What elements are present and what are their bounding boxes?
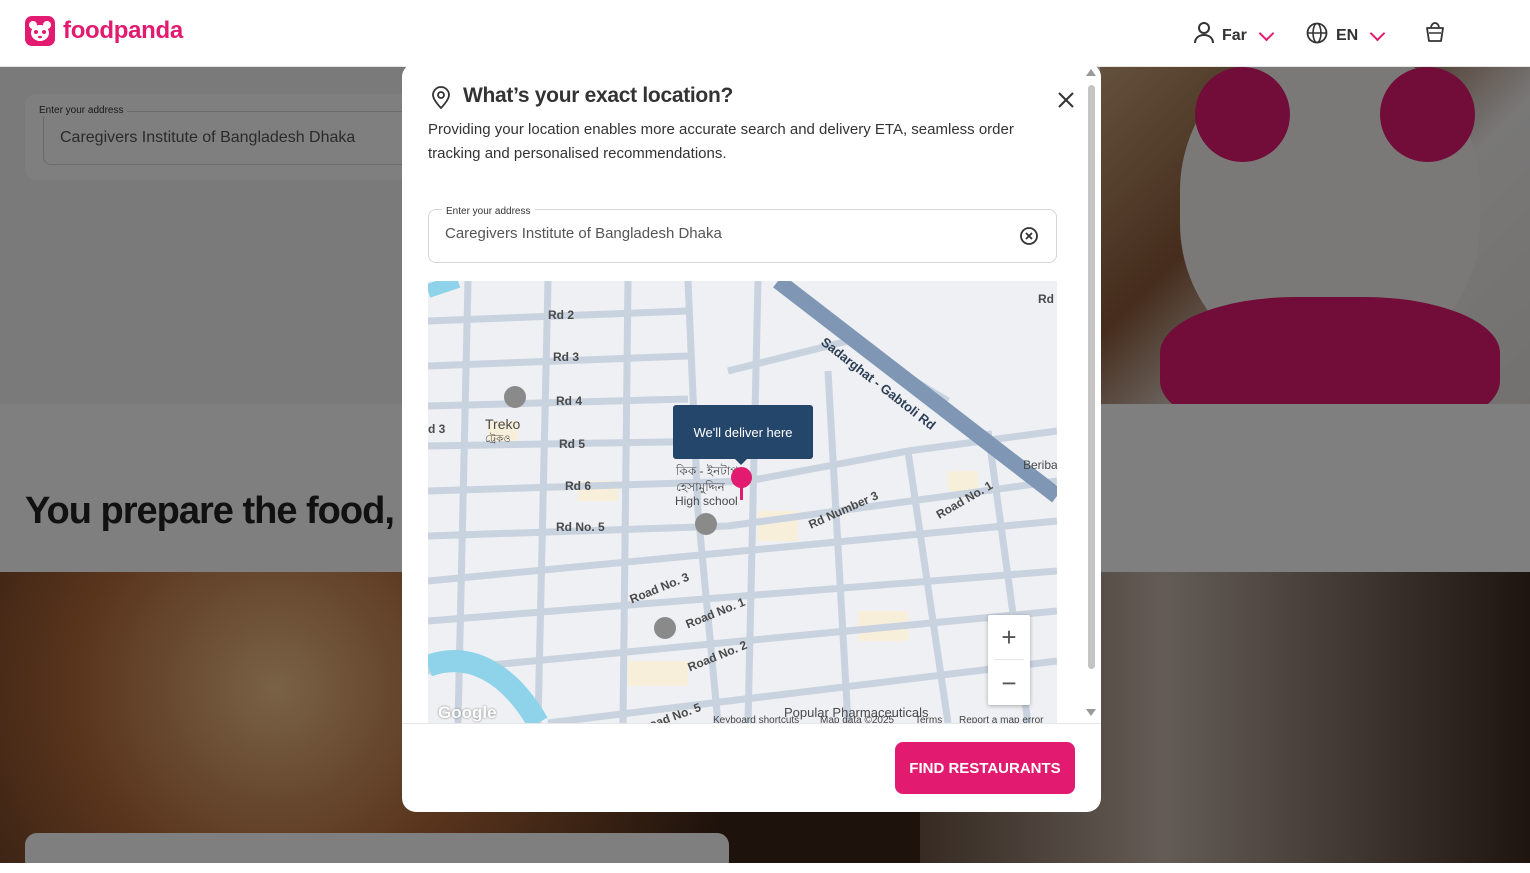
location-pin-icon xyxy=(430,85,452,114)
find-restaurants-button[interactable]: FIND RESTAURANTS xyxy=(895,742,1075,794)
map-label: Rd xyxy=(1038,292,1054,306)
map-label: ট্রেকও xyxy=(485,434,511,445)
language-label: EN xyxy=(1336,26,1359,44)
scroll-up-arrow-icon[interactable] xyxy=(1086,69,1096,76)
map-label: Rd 3 xyxy=(553,350,580,364)
map-label: Rd 2 xyxy=(548,308,575,322)
user-icon xyxy=(1194,22,1214,49)
address-input[interactable] xyxy=(445,225,1005,242)
clear-icon[interactable] xyxy=(1019,226,1039,246)
map-label: d 3 xyxy=(428,422,446,436)
chevron-down-icon xyxy=(1258,25,1275,42)
language-selector[interactable]: EN xyxy=(1306,22,1389,49)
map-view[interactable]: Rd 2 Rd 3 Rd 4 Rd 5 Rd 6 Rd No. 5 d 3 Rd… xyxy=(428,281,1057,723)
zoom-divider xyxy=(994,659,1024,660)
keyboard-shortcuts-link[interactable]: Keyboard shortcuts xyxy=(713,715,799,723)
brand-logo[interactable]: foodpanda xyxy=(25,16,183,46)
modal-title: What’s your exact location? xyxy=(463,84,734,107)
delivery-tooltip: We'll deliver here xyxy=(673,405,813,459)
modal-description: Providing your location enables more acc… xyxy=(428,121,1014,162)
address-label: Enter your address xyxy=(442,206,535,217)
zoom-control: + − xyxy=(988,615,1030,705)
cart-icon[interactable] xyxy=(1424,21,1446,48)
footer-divider xyxy=(402,723,1101,724)
google-logo: Google xyxy=(438,703,497,722)
map-label: Rd 4 xyxy=(556,394,583,408)
map-label: High school xyxy=(675,494,738,508)
delivery-pin-icon[interactable] xyxy=(731,467,752,488)
brand-name: foodpanda xyxy=(63,17,183,44)
globe-icon xyxy=(1306,22,1328,49)
scrollbar-thumb[interactable] xyxy=(1088,85,1095,669)
tooltip-arrow xyxy=(734,458,748,465)
map-data-text: Map data ©2025 xyxy=(820,715,895,723)
panda-logo-icon xyxy=(25,16,55,46)
zoom-in-button[interactable]: + xyxy=(988,615,1030,659)
location-modal: What’s your exact location? Providing yo… xyxy=(402,63,1101,812)
zoom-out-button[interactable]: − xyxy=(988,661,1030,705)
report-map-error-link[interactable]: Report a map error xyxy=(959,715,1043,723)
map-label: Treko xyxy=(485,416,521,432)
map-label: Rd 6 xyxy=(565,479,592,493)
close-icon[interactable] xyxy=(1055,89,1077,111)
map-label: Rd 5 xyxy=(559,437,586,451)
map-label: Rd No. 5 xyxy=(556,520,605,534)
scroll-down-arrow-icon[interactable] xyxy=(1086,709,1096,716)
map-label: Beribad xyxy=(1023,458,1057,472)
user-menu[interactable]: Far xyxy=(1194,22,1278,49)
address-field[interactable] xyxy=(428,209,1057,263)
user-name: Far xyxy=(1222,26,1247,44)
terms-link[interactable]: Terms xyxy=(915,715,942,723)
top-header: foodpanda Far EN xyxy=(0,0,1530,67)
chevron-down-icon xyxy=(1369,25,1386,42)
delivery-pin-stem xyxy=(740,486,743,500)
